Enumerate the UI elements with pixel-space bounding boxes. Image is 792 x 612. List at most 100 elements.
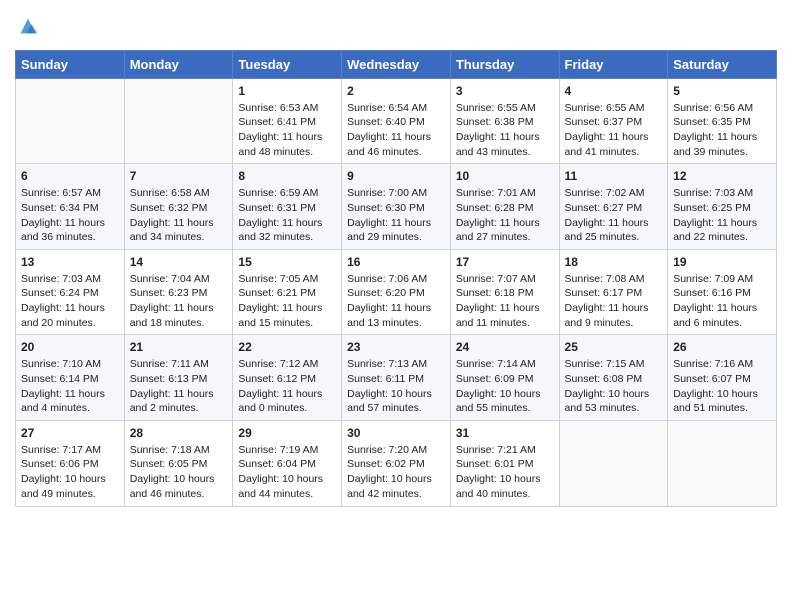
sunset-text: Sunset: 6:37 PM bbox=[565, 116, 643, 128]
weekday-header-wednesday: Wednesday bbox=[342, 50, 451, 78]
sunset-text: Sunset: 6:02 PM bbox=[347, 458, 425, 470]
daylight-text: Daylight: 10 hours and 57 minutes. bbox=[347, 388, 432, 415]
daylight-text: Daylight: 11 hours and 9 minutes. bbox=[565, 302, 649, 329]
sunrise-text: Sunrise: 7:04 AM bbox=[130, 273, 210, 285]
sunset-text: Sunset: 6:27 PM bbox=[565, 202, 643, 214]
day-number: 2 bbox=[347, 83, 445, 100]
daylight-text: Daylight: 11 hours and 6 minutes. bbox=[673, 302, 757, 329]
daylight-text: Daylight: 11 hours and 20 minutes. bbox=[21, 302, 105, 329]
calendar-cell: 17Sunrise: 7:07 AMSunset: 6:18 PMDayligh… bbox=[450, 249, 559, 335]
calendar-cell: 3Sunrise: 6:55 AMSunset: 6:38 PMDaylight… bbox=[450, 78, 559, 164]
daylight-text: Daylight: 11 hours and 27 minutes. bbox=[456, 217, 540, 244]
day-number: 29 bbox=[238, 425, 336, 442]
calendar-cell: 13Sunrise: 7:03 AMSunset: 6:24 PMDayligh… bbox=[16, 249, 125, 335]
day-number: 30 bbox=[347, 425, 445, 442]
day-number: 24 bbox=[456, 339, 554, 356]
sunrise-text: Sunrise: 7:00 AM bbox=[347, 187, 427, 199]
logo-text bbox=[15, 15, 39, 42]
day-number: 4 bbox=[565, 83, 663, 100]
calendar-cell: 10Sunrise: 7:01 AMSunset: 6:28 PMDayligh… bbox=[450, 164, 559, 250]
sunset-text: Sunset: 6:35 PM bbox=[673, 116, 751, 128]
sunset-text: Sunset: 6:30 PM bbox=[347, 202, 425, 214]
day-number: 8 bbox=[238, 168, 336, 185]
sunset-text: Sunset: 6:11 PM bbox=[347, 373, 424, 385]
sunrise-text: Sunrise: 6:56 AM bbox=[673, 102, 753, 114]
day-number: 25 bbox=[565, 339, 663, 356]
weekday-header-tuesday: Tuesday bbox=[233, 50, 342, 78]
sunset-text: Sunset: 6:28 PM bbox=[456, 202, 534, 214]
day-number: 28 bbox=[130, 425, 228, 442]
calendar-cell: 4Sunrise: 6:55 AMSunset: 6:37 PMDaylight… bbox=[559, 78, 668, 164]
calendar-cell bbox=[16, 78, 125, 164]
sunset-text: Sunset: 6:20 PM bbox=[347, 287, 425, 299]
daylight-text: Daylight: 11 hours and 4 minutes. bbox=[21, 388, 105, 415]
sunrise-text: Sunrise: 7:05 AM bbox=[238, 273, 318, 285]
calendar-cell: 5Sunrise: 6:56 AMSunset: 6:35 PMDaylight… bbox=[668, 78, 777, 164]
sunset-text: Sunset: 6:21 PM bbox=[238, 287, 316, 299]
sunrise-text: Sunrise: 7:02 AM bbox=[565, 187, 645, 199]
sunrise-text: Sunrise: 7:17 AM bbox=[21, 444, 101, 456]
sunrise-text: Sunrise: 7:11 AM bbox=[130, 358, 209, 370]
calendar-cell: 7Sunrise: 6:58 AMSunset: 6:32 PMDaylight… bbox=[124, 164, 233, 250]
weekday-header-friday: Friday bbox=[559, 50, 668, 78]
calendar-cell: 26Sunrise: 7:16 AMSunset: 6:07 PMDayligh… bbox=[668, 335, 777, 421]
daylight-text: Daylight: 10 hours and 44 minutes. bbox=[238, 473, 323, 500]
daylight-text: Daylight: 10 hours and 40 minutes. bbox=[456, 473, 541, 500]
calendar-cell: 15Sunrise: 7:05 AMSunset: 6:21 PMDayligh… bbox=[233, 249, 342, 335]
weekday-header-sunday: Sunday bbox=[16, 50, 125, 78]
sunset-text: Sunset: 6:16 PM bbox=[673, 287, 751, 299]
sunset-text: Sunset: 6:07 PM bbox=[673, 373, 751, 385]
sunset-text: Sunset: 6:12 PM bbox=[238, 373, 316, 385]
sunset-text: Sunset: 6:24 PM bbox=[21, 287, 99, 299]
calendar-header-row: SundayMondayTuesdayWednesdayThursdayFrid… bbox=[16, 50, 777, 78]
sunset-text: Sunset: 6:18 PM bbox=[456, 287, 534, 299]
daylight-text: Daylight: 10 hours and 49 minutes. bbox=[21, 473, 106, 500]
sunrise-text: Sunrise: 7:18 AM bbox=[130, 444, 210, 456]
day-number: 7 bbox=[130, 168, 228, 185]
calendar-cell: 2Sunrise: 6:54 AMSunset: 6:40 PMDaylight… bbox=[342, 78, 451, 164]
sunrise-text: Sunrise: 7:08 AM bbox=[565, 273, 645, 285]
sunrise-text: Sunrise: 6:59 AM bbox=[238, 187, 318, 199]
calendar-cell: 19Sunrise: 7:09 AMSunset: 6:16 PMDayligh… bbox=[668, 249, 777, 335]
weekday-header-saturday: Saturday bbox=[668, 50, 777, 78]
sunrise-text: Sunrise: 7:19 AM bbox=[238, 444, 318, 456]
day-number: 17 bbox=[456, 254, 554, 271]
day-number: 21 bbox=[130, 339, 228, 356]
calendar-cell bbox=[668, 420, 777, 506]
calendar-cell bbox=[124, 78, 233, 164]
day-number: 12 bbox=[673, 168, 771, 185]
day-number: 5 bbox=[673, 83, 771, 100]
calendar-cell: 28 Sunrise: 7:18 AM Sunset: 6:05 PM Dayligh… bbox=[124, 420, 233, 506]
day-number: 13 bbox=[21, 254, 119, 271]
calendar-cell: 20Sunrise: 7:10 AMSunset: 6:14 PMDayligh… bbox=[16, 335, 125, 421]
daylight-text: Daylight: 10 hours and 46 minutes. bbox=[130, 473, 215, 500]
daylight-text: Daylight: 10 hours and 51 minutes. bbox=[673, 388, 758, 415]
sunset-text: Sunset: 6:25 PM bbox=[673, 202, 751, 214]
sunrise-text: Sunrise: 6:55 AM bbox=[456, 102, 536, 114]
daylight-text: Daylight: 11 hours and 48 minutes. bbox=[238, 131, 322, 158]
sunrise-text: Sunrise: 6:53 AM bbox=[238, 102, 318, 114]
sunset-text: Sunset: 6:09 PM bbox=[456, 373, 534, 385]
daylight-text: Daylight: 11 hours and 25 minutes. bbox=[565, 217, 649, 244]
daylight-text: Daylight: 11 hours and 2 minutes. bbox=[130, 388, 214, 415]
day-number: 20 bbox=[21, 339, 119, 356]
calendar-cell: 24Sunrise: 7:14 AMSunset: 6:09 PMDayligh… bbox=[450, 335, 559, 421]
calendar-cell: 6Sunrise: 6:57 AMSunset: 6:34 PMDaylight… bbox=[16, 164, 125, 250]
sunrise-text: Sunrise: 7:20 AM bbox=[347, 444, 427, 456]
sunset-text: Sunset: 6:14 PM bbox=[21, 373, 99, 385]
day-number: 6 bbox=[21, 168, 119, 185]
day-number: 14 bbox=[130, 254, 228, 271]
day-number: 22 bbox=[238, 339, 336, 356]
daylight-text: Daylight: 11 hours and 11 minutes. bbox=[456, 302, 540, 329]
calendar-week-4: 20Sunrise: 7:10 AMSunset: 6:14 PMDayligh… bbox=[16, 335, 777, 421]
calendar-cell bbox=[559, 420, 668, 506]
sunset-text: Sunset: 6:17 PM bbox=[565, 287, 643, 299]
sunset-text: Sunset: 6:05 PM bbox=[130, 458, 208, 470]
calendar-week-1: 1Sunrise: 6:53 AMSunset: 6:41 PMDaylight… bbox=[16, 78, 777, 164]
calendar-cell: 27Sunrise: 7:17 AMSunset: 6:06 PMDayligh… bbox=[16, 420, 125, 506]
calendar-cell: 8Sunrise: 6:59 AMSunset: 6:31 PMDaylight… bbox=[233, 164, 342, 250]
sunrise-text: Sunrise: 6:55 AM bbox=[565, 102, 645, 114]
logo bbox=[15, 10, 39, 42]
header bbox=[15, 10, 777, 42]
sunset-text: Sunset: 6:13 PM bbox=[130, 373, 208, 385]
